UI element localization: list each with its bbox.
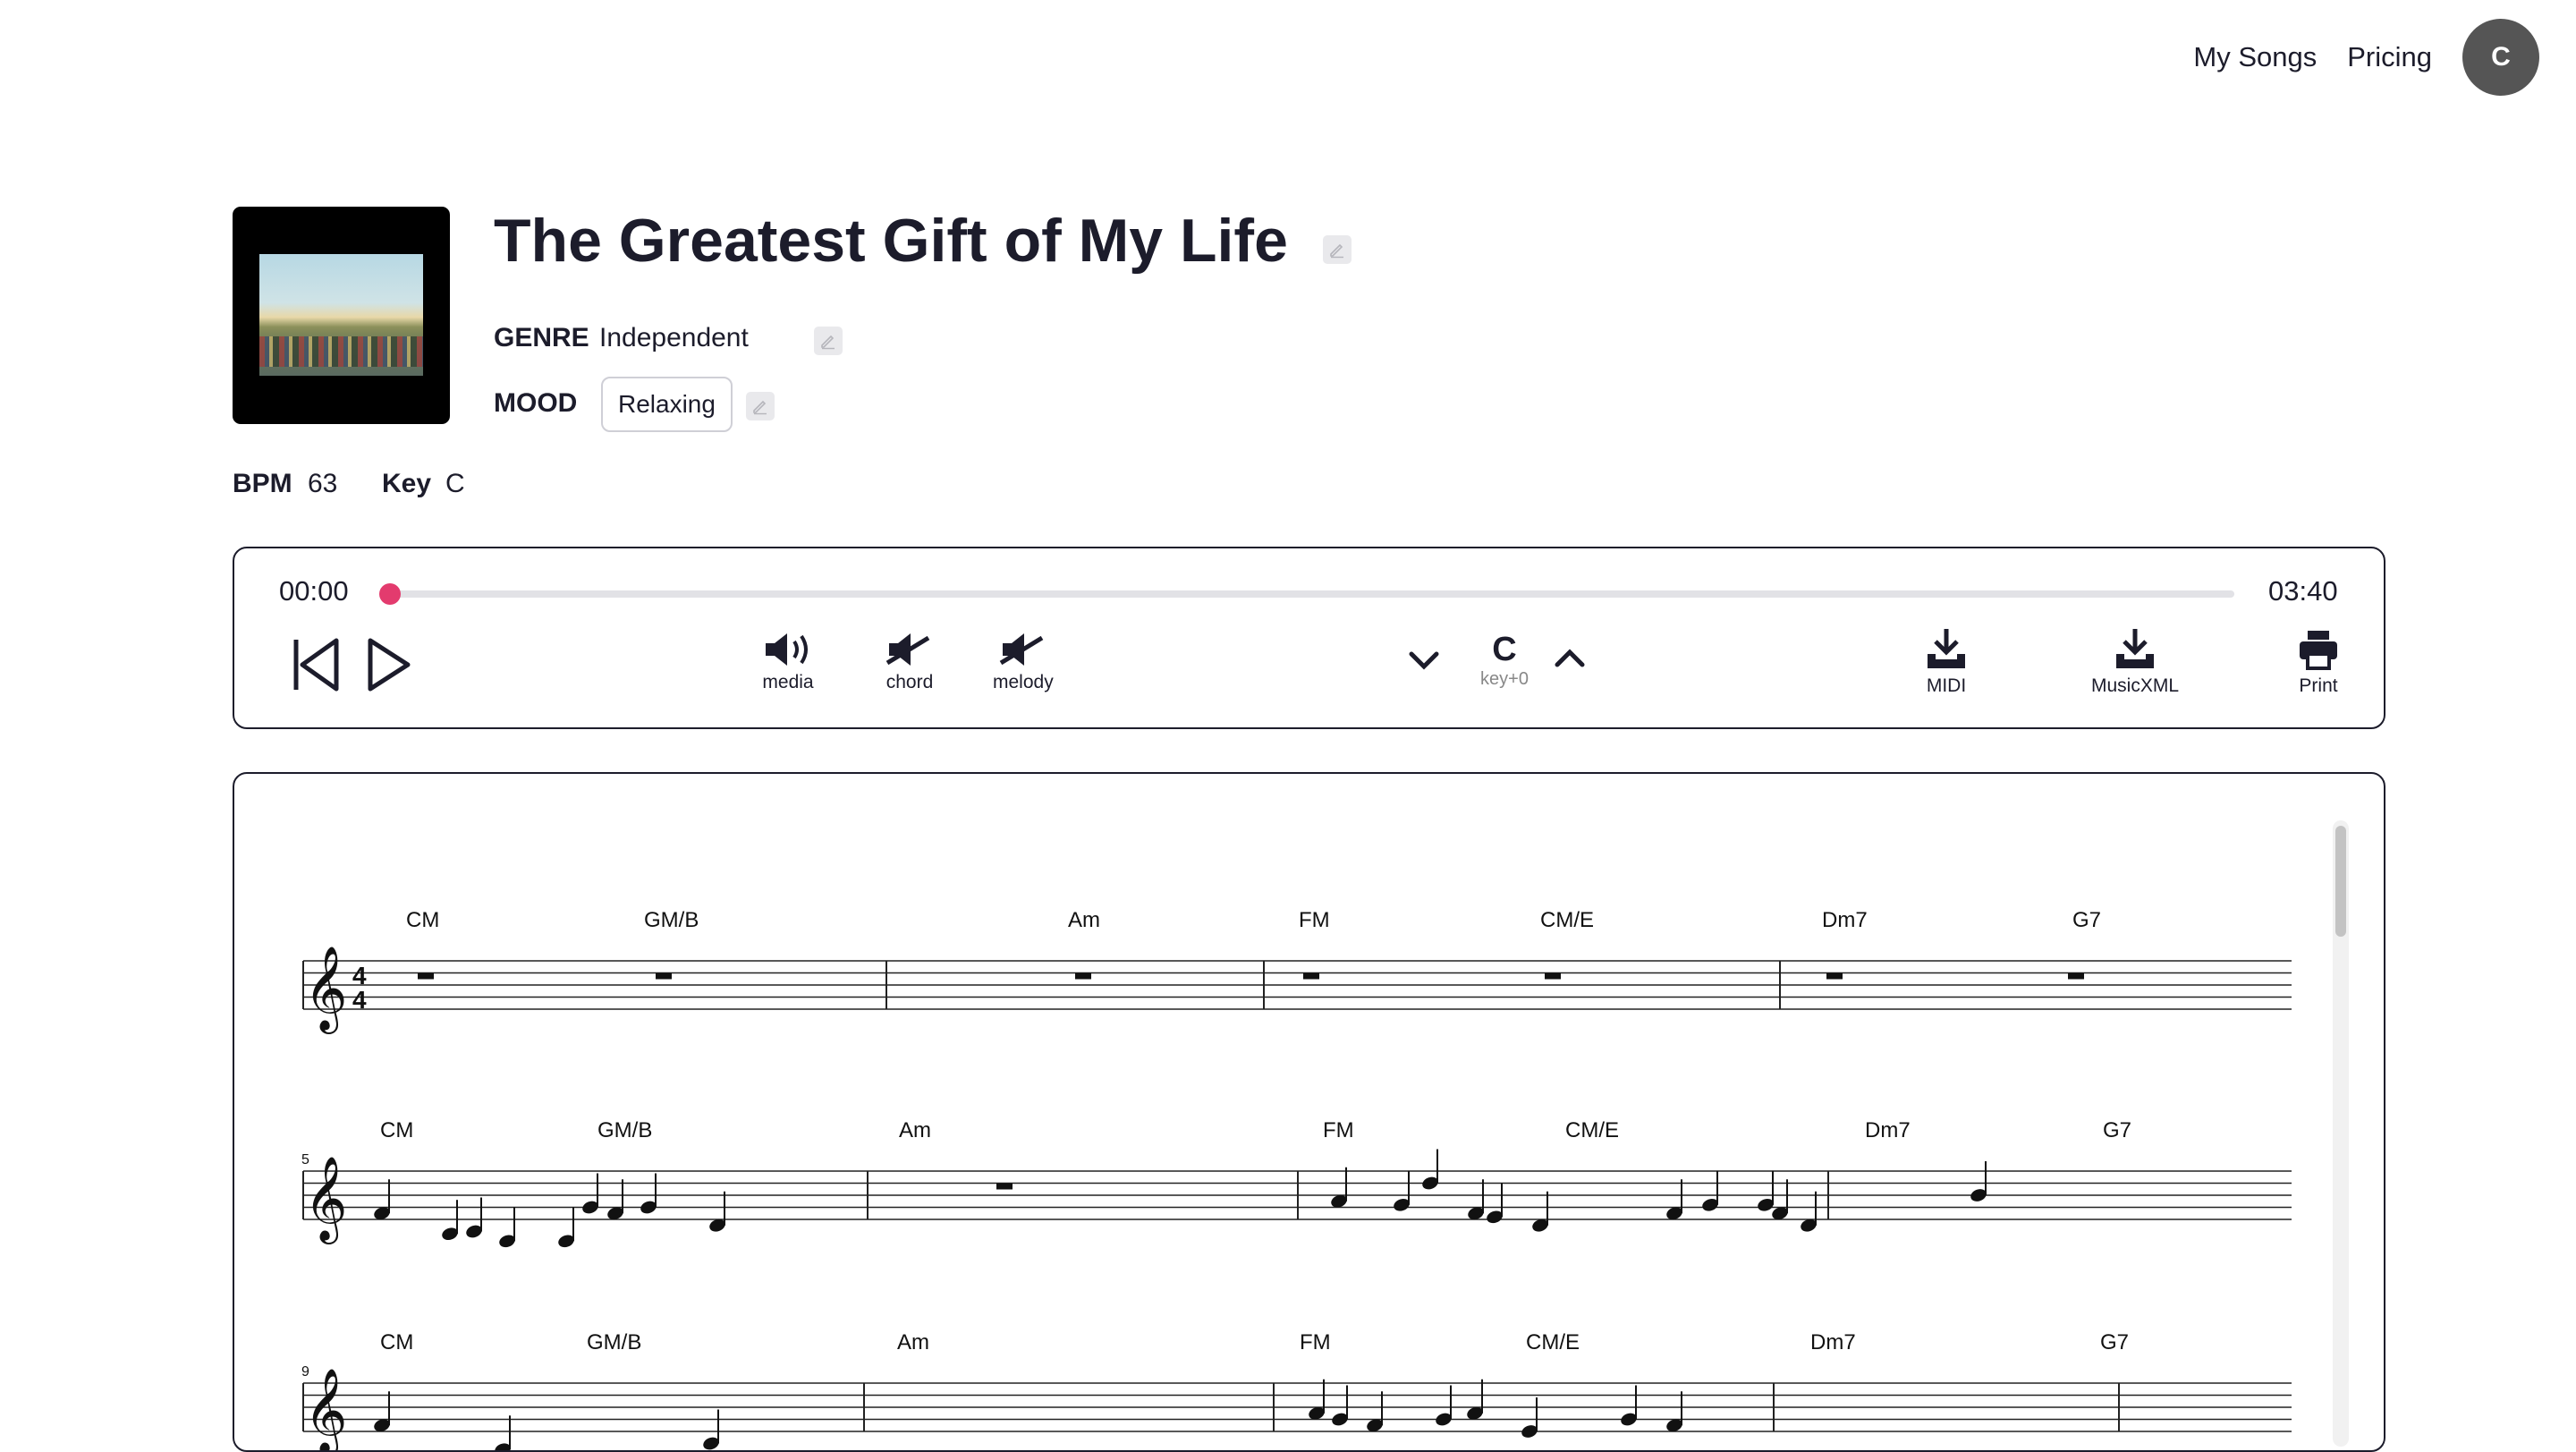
chord-symbol: GM/B	[597, 1118, 652, 1142]
chord-symbol: CM	[406, 908, 439, 932]
sheet-music: 𝄞 44CM GM/B Am FM CM/E Dm7 G7𝄞5CM GM/B Am FM CM/E Dm…	[301, 908, 2307, 1452]
edit-mood-button[interactable]	[746, 392, 775, 420]
time-signature: 4	[352, 986, 367, 1014]
score-scroll-thumb[interactable]	[2335, 826, 2346, 937]
chord-symbol: CM	[380, 1330, 413, 1354]
genre-label: GENRE	[494, 323, 589, 352]
whole-rest	[1303, 972, 1319, 980]
skip-back-icon	[293, 638, 339, 692]
mood-label: MOOD	[494, 388, 578, 418]
play-button[interactable]	[365, 636, 413, 693]
chord-symbol: FM	[1300, 1330, 1331, 1354]
midi-download-button[interactable]: MIDI	[1925, 627, 1968, 697]
chord-symbol: Am	[897, 1330, 929, 1354]
nav-my-songs-link[interactable]: My Songs	[2193, 41, 2317, 73]
chord-symbol: Dm7	[1865, 1118, 1911, 1142]
printer-icon	[2300, 631, 2337, 670]
treble-clef: 𝄞	[304, 947, 347, 1034]
media-label: media	[762, 672, 814, 692]
chord-symbol: Dm7	[1822, 908, 1868, 932]
musicxml-label: MusicXML	[2091, 675, 2180, 696]
download-icon	[2116, 629, 2155, 668]
print-label: Print	[2299, 675, 2338, 696]
sheet-music-panel: 𝄞 4 4 CM GM/B Am FM CM/E Dm7 G7 𝄞 5 CM GM/B Am FM CM/E Dm…	[233, 772, 2385, 1452]
pencil-icon	[753, 400, 767, 415]
chord-symbol: GM/B	[587, 1330, 641, 1354]
transpose-key-value: C	[1492, 631, 1517, 668]
media-toggle[interactable]: media	[762, 631, 814, 693]
pencil-icon	[821, 335, 835, 350]
whole-rest	[1075, 972, 1091, 980]
album-cover-image	[259, 254, 423, 376]
whole-rest	[418, 972, 434, 980]
nav-pricing-link[interactable]: Pricing	[2347, 41, 2432, 73]
chord-symbol: FM	[1323, 1118, 1354, 1142]
whole-rest	[2068, 972, 2084, 980]
melody-toggle[interactable]: melody	[993, 631, 1054, 693]
speaker-muted-icon	[886, 633, 930, 666]
audio-player: 00:00 03:40 media chord melody C key+0 M…	[233, 547, 2385, 729]
chord-symbol: CM/E	[1565, 1118, 1619, 1142]
chord-symbol: Am	[1068, 908, 1100, 932]
chord-symbol: G7	[2072, 908, 2101, 932]
bpm-label: BPM	[233, 469, 292, 498]
measure-number: 9	[301, 1364, 309, 1380]
mood-chip[interactable]: Relaxing	[601, 377, 733, 432]
chevron-up-icon	[1555, 649, 1585, 667]
speaker-muted-icon	[999, 633, 1044, 666]
musicxml-download-button[interactable]: MusicXML	[2091, 627, 2179, 697]
chord-symbol: GM/B	[644, 908, 699, 932]
key-value: C	[445, 469, 465, 498]
pencil-icon	[1330, 243, 1343, 259]
chord-symbol: G7	[2103, 1118, 2131, 1142]
download-icon	[1928, 629, 1965, 668]
edit-genre-button[interactable]	[814, 327, 843, 355]
whole-rest	[996, 1183, 1013, 1190]
cover-crowd-graphic	[259, 336, 423, 367]
skip-back-button[interactable]	[290, 636, 342, 693]
current-time: 00:00	[279, 575, 349, 607]
treble-clef: 𝄞	[304, 1369, 347, 1452]
print-button[interactable]: Print	[2297, 627, 2340, 697]
transpose-key: C key+0	[1455, 631, 1554, 690]
chord-toggle[interactable]: chord	[884, 631, 936, 693]
speaker-icon	[766, 633, 808, 666]
chord-symbol: CM/E	[1540, 908, 1594, 932]
treble-clef: 𝄞	[304, 1157, 347, 1244]
song-title: The Greatest Gift of My Life	[494, 207, 1288, 275]
chord-symbol: G7	[2100, 1330, 2129, 1354]
genre-value: Independent	[599, 323, 749, 352]
midi-label: MIDI	[1926, 675, 1967, 696]
avatar[interactable]: C	[2462, 19, 2539, 96]
melody-label: melody	[993, 672, 1054, 692]
edit-title-button[interactable]	[1323, 235, 1352, 264]
key-down-button[interactable]	[1406, 647, 1442, 672]
transpose-key-offset: key+0	[1480, 669, 1529, 689]
chord-label: chord	[886, 672, 934, 692]
total-time: 03:40	[2268, 575, 2338, 607]
chord-symbol: CM	[380, 1118, 413, 1142]
progress-thumb[interactable]	[379, 583, 401, 605]
play-icon	[368, 638, 411, 692]
key-up-button[interactable]	[1552, 647, 1588, 672]
album-cover	[233, 207, 450, 424]
whole-rest	[656, 972, 672, 980]
chevron-down-icon	[1409, 651, 1439, 670]
whole-rest	[1826, 972, 1843, 980]
chord-symbol: Dm7	[1810, 1330, 1856, 1354]
whole-rest	[1545, 972, 1561, 980]
chord-symbol: Am	[899, 1118, 931, 1142]
bpm-value: 63	[308, 469, 338, 498]
chord-symbol: FM	[1299, 908, 1330, 932]
top-nav: My Songs Pricing C	[2193, 16, 2576, 98]
progress-track[interactable]	[379, 583, 2234, 605]
chord-symbol: CM/E	[1526, 1330, 1580, 1354]
key-label: Key	[382, 469, 432, 498]
score-scrollbar[interactable]	[2333, 820, 2349, 1447]
measure-number: 5	[301, 1152, 309, 1168]
